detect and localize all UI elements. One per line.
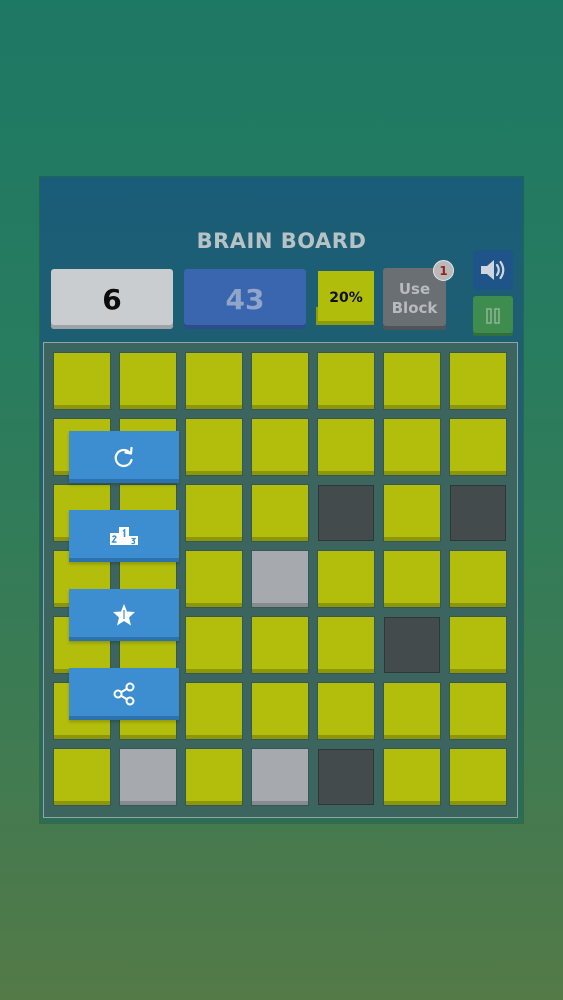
board-tile-light[interactable] xyxy=(252,749,308,805)
board-tile-yellow[interactable] xyxy=(186,353,242,409)
board-tile-yellow[interactable] xyxy=(186,617,242,673)
share-button[interactable] xyxy=(69,668,179,720)
board-tile-yellow[interactable] xyxy=(186,749,242,805)
restart-button[interactable] xyxy=(69,431,179,483)
use-block-count-badge: 1 xyxy=(433,260,454,281)
board-tile-yellow[interactable] xyxy=(120,353,176,409)
board-tile-yellow[interactable] xyxy=(252,419,308,475)
game-panel: BRAIN BOARD 6 43 20% Use Block 1 xyxy=(40,177,523,823)
board-tile-yellow[interactable] xyxy=(450,419,506,475)
game-board xyxy=(43,342,518,818)
board-tile-dark[interactable] xyxy=(450,485,506,541)
board-tile-dark[interactable] xyxy=(318,485,374,541)
restart-icon xyxy=(114,446,133,468)
board-tile-yellow[interactable] xyxy=(318,617,374,673)
use-block-label-line1: Use xyxy=(398,280,431,298)
board-tile-dark[interactable] xyxy=(318,749,374,805)
rate-button[interactable] xyxy=(69,589,179,641)
board-tile-yellow[interactable] xyxy=(384,419,440,475)
share-icon xyxy=(113,682,135,706)
board-tile-yellow[interactable] xyxy=(384,353,440,409)
board-tile-yellow[interactable] xyxy=(450,353,506,409)
level-display: 6 xyxy=(51,269,173,329)
board-tile-yellow[interactable] xyxy=(318,551,374,607)
board-tile-yellow[interactable] xyxy=(186,485,242,541)
board-tile-yellow[interactable] xyxy=(450,683,506,739)
board-tile-yellow[interactable] xyxy=(186,683,242,739)
board-tile-yellow[interactable] xyxy=(252,353,308,409)
board-tile-light[interactable] xyxy=(252,551,308,607)
board-tile-yellow[interactable] xyxy=(318,683,374,739)
board-tile-yellow[interactable] xyxy=(252,617,308,673)
points-display: 43 xyxy=(184,269,306,329)
star-icon xyxy=(113,604,135,626)
board-tile-yellow[interactable] xyxy=(318,419,374,475)
game-title: BRAIN BOARD xyxy=(196,229,367,253)
podium-icon xyxy=(110,527,138,545)
board-tile-dark[interactable] xyxy=(384,617,440,673)
board-tile-yellow[interactable] xyxy=(252,683,308,739)
board-tile-yellow[interactable] xyxy=(186,419,242,475)
speaker-icon xyxy=(481,260,505,280)
pause-icon xyxy=(486,308,500,324)
sound-toggle-button[interactable] xyxy=(473,250,513,290)
board-tile-yellow[interactable] xyxy=(252,485,308,541)
board-tile-yellow[interactable] xyxy=(384,551,440,607)
board-tile-yellow[interactable] xyxy=(450,551,506,607)
board-tile-yellow[interactable] xyxy=(384,683,440,739)
board-tile-yellow[interactable] xyxy=(450,749,506,805)
progress-label: 20% xyxy=(318,271,374,325)
board-tile-yellow[interactable] xyxy=(186,551,242,607)
board-tile-yellow[interactable] xyxy=(54,353,110,409)
board-tile-yellow[interactable] xyxy=(450,617,506,673)
pause-button[interactable] xyxy=(473,296,513,336)
board-tile-yellow[interactable] xyxy=(318,353,374,409)
use-block-label-line2: Block xyxy=(391,299,438,317)
leaderboard-button[interactable] xyxy=(69,510,179,562)
board-tile-light[interactable] xyxy=(120,749,176,805)
board-tile-yellow[interactable] xyxy=(384,749,440,805)
board-tile-yellow[interactable] xyxy=(54,749,110,805)
progress-indicator: 20% xyxy=(316,271,376,331)
board-tile-yellow[interactable] xyxy=(384,485,440,541)
